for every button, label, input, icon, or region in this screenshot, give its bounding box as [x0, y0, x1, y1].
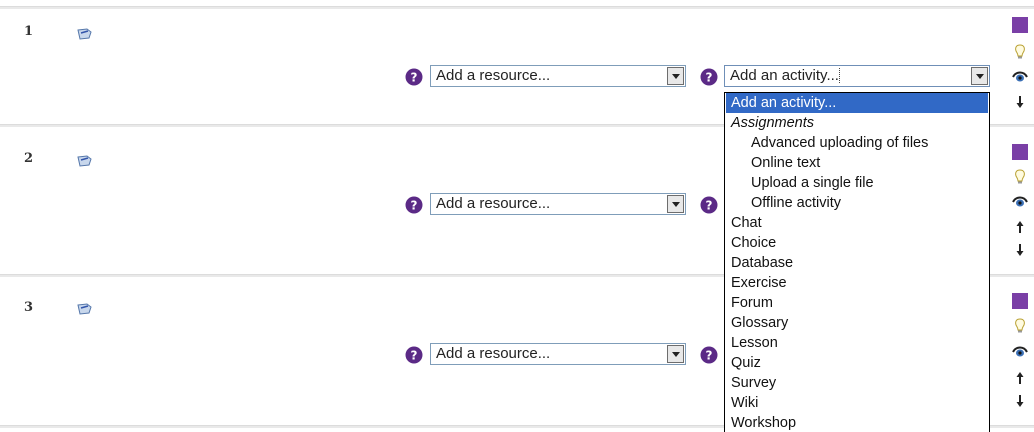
dropdown-option[interactable]: Quiz — [726, 353, 988, 373]
arrow-up-icon[interactable] — [1012, 219, 1028, 235]
arrow-up-icon[interactable] — [1012, 370, 1028, 386]
dropdown-option[interactable]: Forum — [726, 293, 988, 313]
chevron-down-icon[interactable] — [971, 67, 988, 85]
dropdown-option[interactable]: Add an activity... — [726, 93, 988, 113]
add-resource-select-value: Add a resource... — [436, 195, 551, 212]
add-resource-select[interactable]: Add a resource... — [430, 65, 686, 87]
add-activity-select-value: Add an activity... — [730, 67, 840, 84]
add-resource-select[interactable]: Add a resource... — [430, 343, 686, 365]
svg-text:?: ? — [411, 71, 418, 85]
add-activity-select[interactable]: Add an activity... — [724, 65, 990, 87]
add-resource-select-value: Add a resource... — [436, 67, 551, 84]
svg-text:?: ? — [411, 349, 418, 363]
dropdown-option[interactable]: Advanced uploading of files — [726, 133, 988, 153]
eye-icon[interactable] — [1012, 193, 1028, 209]
course-topics-page: 1 ? Add a resource... ? Add an activity.… — [0, 0, 1034, 432]
lightbulb-icon[interactable] — [1012, 169, 1028, 185]
purple-square-icon[interactable] — [1012, 144, 1028, 160]
purple-square-icon[interactable] — [1012, 17, 1028, 33]
activity-dropdown-list[interactable]: Add an activity... Assignments Advanced … — [724, 92, 990, 432]
help-icon[interactable]: ? — [405, 196, 423, 214]
arrow-down-icon[interactable] — [1012, 393, 1028, 409]
svg-text:?: ? — [706, 349, 713, 363]
help-icon[interactable]: ? — [405, 68, 423, 86]
eye-icon[interactable] — [1012, 343, 1028, 359]
purple-square-icon[interactable] — [1012, 293, 1028, 309]
topic-number: 1 — [24, 24, 34, 39]
dropdown-option[interactable]: Survey — [726, 373, 988, 393]
help-icon[interactable]: ? — [700, 196, 718, 214]
help-icon[interactable]: ? — [700, 346, 718, 364]
chevron-down-icon[interactable] — [667, 345, 684, 363]
dropdown-option[interactable]: Online text — [726, 153, 988, 173]
dropdown-option[interactable]: Exercise — [726, 273, 988, 293]
svg-text:?: ? — [706, 199, 713, 213]
dropdown-option[interactable]: Upload a single file — [726, 173, 988, 193]
lightbulb-icon[interactable] — [1012, 44, 1028, 60]
dropdown-option[interactable]: Database — [726, 253, 988, 273]
chevron-down-icon[interactable] — [667, 67, 684, 85]
edit-summary-icon[interactable] — [77, 300, 93, 315]
svg-text:?: ? — [411, 199, 418, 213]
arrow-down-icon[interactable] — [1012, 242, 1028, 258]
dropdown-option[interactable]: Lesson — [726, 333, 988, 353]
chevron-down-icon[interactable] — [667, 195, 684, 213]
dropdown-option[interactable]: Offline activity — [726, 193, 988, 213]
topic-number: 3 — [24, 300, 34, 315]
topic-number: 2 — [24, 151, 34, 166]
dropdown-option[interactable]: Wiki — [726, 393, 988, 413]
dropdown-optgroup-label: Assignments — [731, 115, 815, 131]
add-resource-select-value: Add a resource... — [436, 345, 551, 362]
help-icon[interactable]: ? — [700, 68, 718, 86]
dropdown-option[interactable]: Workshop — [726, 413, 988, 432]
edit-summary-icon[interactable] — [77, 152, 93, 167]
eye-icon[interactable] — [1012, 68, 1028, 84]
edit-summary-icon[interactable] — [77, 25, 93, 40]
help-icon[interactable]: ? — [405, 346, 423, 364]
dropdown-option[interactable]: Glossary — [726, 313, 988, 333]
topic-separator — [0, 6, 1034, 9]
dropdown-option[interactable]: Choice — [726, 233, 988, 253]
dropdown-option[interactable]: Chat — [726, 213, 988, 233]
add-resource-select[interactable]: Add a resource... — [430, 193, 686, 215]
lightbulb-icon[interactable] — [1012, 318, 1028, 334]
arrow-down-icon[interactable] — [1012, 94, 1028, 110]
svg-text:?: ? — [706, 71, 713, 85]
